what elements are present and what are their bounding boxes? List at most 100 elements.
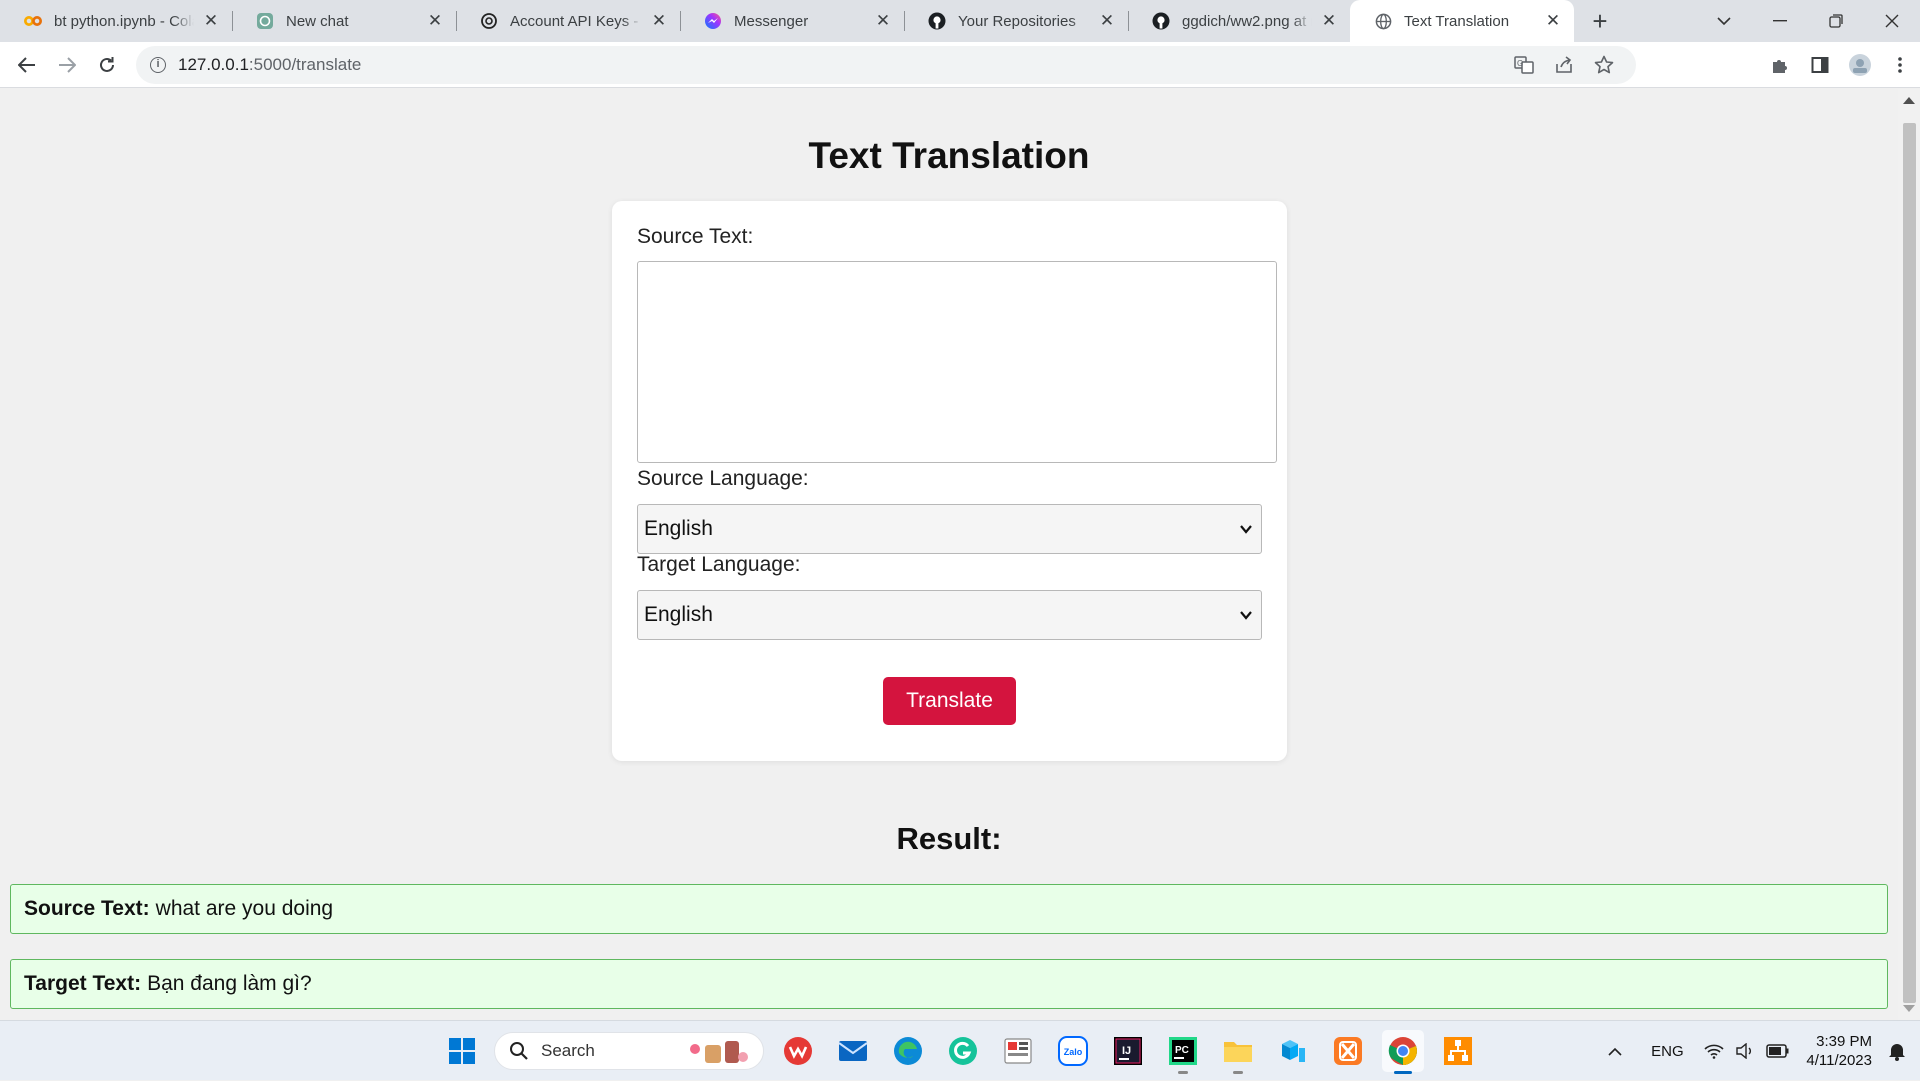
- source-text-input[interactable]: [637, 261, 1277, 463]
- profile-avatar[interactable]: [1840, 45, 1880, 85]
- scrollbar-thumb[interactable]: [1903, 123, 1916, 1003]
- close-window-button[interactable]: [1864, 0, 1920, 42]
- forward-arrow-icon[interactable]: [47, 45, 87, 85]
- xampp-icon[interactable]: [1327, 1030, 1369, 1072]
- result-target-label: Target Text:: [24, 972, 142, 995]
- wifi-icon[interactable]: [1704, 1043, 1724, 1059]
- notifications-bell-icon[interactable]: [1888, 1041, 1906, 1061]
- svg-text:Zalo: Zalo: [1064, 1047, 1083, 1057]
- target-language-label: Target Language:: [637, 553, 801, 576]
- extensions-puzzle-icon[interactable]: [1760, 45, 1800, 85]
- source-language-select[interactable]: English: [637, 504, 1262, 554]
- close-icon[interactable]: ✕: [1544, 12, 1562, 30]
- tab-title: Account API Keys - OpenAI: [510, 12, 642, 30]
- news-icon[interactable]: [997, 1030, 1039, 1072]
- source-language-label: Source Language:: [637, 467, 809, 490]
- tab-title: Text Translation: [1404, 12, 1510, 30]
- tab-your-repositories[interactable]: Your Repositories ✕: [904, 0, 1128, 42]
- edge-icon[interactable]: [887, 1030, 929, 1072]
- reload-icon[interactable]: [87, 45, 127, 85]
- messenger-icon: [704, 12, 722, 30]
- translate-button[interactable]: Translate: [883, 677, 1016, 725]
- result-heading: Result:: [896, 821, 1002, 856]
- openai-icon: [480, 12, 498, 30]
- translate-page-icon[interactable]: G: [1504, 55, 1544, 75]
- tab-title: ggdich/ww2.png at main: [1182, 12, 1312, 30]
- close-icon[interactable]: ✕: [426, 12, 444, 30]
- zalo-icon[interactable]: Zalo: [1052, 1030, 1094, 1072]
- mail-icon[interactable]: [832, 1030, 874, 1072]
- scroll-down-arrow-icon[interactable]: [1903, 1005, 1915, 1012]
- tab-title: bt python.ipynb - Colab: [54, 12, 194, 30]
- tab-title: Messenger: [734, 12, 809, 30]
- github-icon: [1152, 12, 1170, 30]
- system-tray: ENG 3:39 PM 4/11/2023: [1594, 1021, 1920, 1081]
- svg-text:PC: PC: [1175, 1045, 1189, 1056]
- chatgpt-icon: [256, 12, 274, 30]
- share-icon[interactable]: [1544, 55, 1584, 75]
- wps-office-icon[interactable]: [777, 1030, 819, 1072]
- close-icon[interactable]: ✕: [650, 12, 668, 30]
- tab-colab[interactable]: bt python.ipynb - Colab ✕: [0, 0, 232, 42]
- bookmark-star-icon[interactable]: [1584, 55, 1624, 75]
- chevron-down-icon: [1240, 525, 1252, 534]
- battery-icon[interactable]: [1766, 1044, 1790, 1058]
- new-tab-button[interactable]: +: [1580, 0, 1620, 42]
- menu-kebab-icon[interactable]: [1880, 45, 1920, 85]
- tab-new-chat[interactable]: New chat ✕: [232, 0, 456, 42]
- svg-text:IJ: IJ: [1122, 1045, 1131, 1057]
- result-source-text: Source Text: what are you doing: [10, 884, 1888, 934]
- volume-icon[interactable]: [1736, 1043, 1754, 1059]
- tab-ggdich-ww2[interactable]: ggdich/ww2.png at main ✕: [1128, 0, 1350, 42]
- minimize-button[interactable]: [1752, 0, 1808, 42]
- address-bar[interactable]: i 127.0.0.1:5000/translate G: [136, 46, 1636, 84]
- tab-title: New chat: [286, 12, 349, 30]
- sourcetree-icon[interactable]: [1437, 1030, 1479, 1072]
- file-explorer-icon[interactable]: [1217, 1030, 1259, 1074]
- windows-start-icon[interactable]: [441, 1030, 483, 1072]
- restore-button[interactable]: [1808, 0, 1864, 42]
- side-panel-icon[interactable]: [1800, 45, 1840, 85]
- search-highlight-icon: [690, 1041, 748, 1063]
- search-placeholder: Search: [541, 1041, 595, 1060]
- close-icon[interactable]: ✕: [1098, 12, 1116, 30]
- clock-date: 4/11/2023: [1806, 1052, 1872, 1069]
- pycharm-icon[interactable]: PC: [1162, 1030, 1204, 1074]
- tab-messenger[interactable]: Messenger ✕: [680, 0, 904, 42]
- github-icon: [928, 12, 946, 30]
- site-info-icon[interactable]: i: [150, 57, 166, 73]
- taskbar-clock[interactable]: 3:39 PM 4/11/2023: [1806, 1032, 1872, 1070]
- scroll-up-arrow-icon[interactable]: [1903, 97, 1915, 104]
- target-language-select[interactable]: English: [637, 590, 1262, 640]
- tab-text-translation[interactable]: Text Translation ✕: [1350, 0, 1574, 42]
- window-controls: [1696, 0, 1920, 42]
- result-target-value: Bạn đang làm gì?: [147, 972, 312, 995]
- tab-title: Your Repositories: [958, 12, 1076, 30]
- intellij-icon[interactable]: IJ: [1107, 1030, 1149, 1072]
- close-icon[interactable]: ✕: [202, 12, 220, 30]
- chrome-icon[interactable]: [1382, 1030, 1424, 1074]
- page-scrollbar[interactable]: [1898, 89, 1920, 1020]
- back-arrow-icon[interactable]: [7, 45, 47, 85]
- show-hidden-icons-chevron-icon[interactable]: [1600, 1047, 1630, 1056]
- chevron-down-icon: [1240, 611, 1252, 620]
- input-language[interactable]: ENG: [1642, 1043, 1692, 1060]
- taskbar-search[interactable]: Search: [494, 1032, 764, 1070]
- colab-icon: [24, 12, 42, 30]
- close-icon[interactable]: ✕: [874, 12, 892, 30]
- source-text-label: Source Text:: [637, 225, 754, 248]
- tab-openai-keys[interactable]: Account API Keys - OpenAI ✕: [456, 0, 680, 42]
- page-viewport: Text Translation Source Text: Source Lan…: [0, 89, 1898, 1020]
- app-blocks-icon[interactable]: [1272, 1030, 1314, 1072]
- close-icon[interactable]: ✕: [1320, 12, 1338, 30]
- search-icon: [510, 1042, 528, 1060]
- translation-form: Source Text: Source Language: English Ta…: [612, 201, 1287, 761]
- svg-text:G: G: [1517, 59, 1523, 68]
- result-target-text: Target Text: Bạn đang làm gì?: [10, 959, 1888, 1009]
- browser-tab-strip: bt python.ipynb - Colab ✕ New chat ✕ Acc…: [0, 0, 1920, 42]
- target-language-value: English: [644, 603, 713, 626]
- tab-search-chevron-icon[interactable]: [1696, 0, 1752, 42]
- grammarly-icon[interactable]: [942, 1030, 984, 1072]
- browser-toolbar: i 127.0.0.1:5000/translate G: [0, 42, 1920, 88]
- url-text: 127.0.0.1:5000/translate: [178, 55, 362, 74]
